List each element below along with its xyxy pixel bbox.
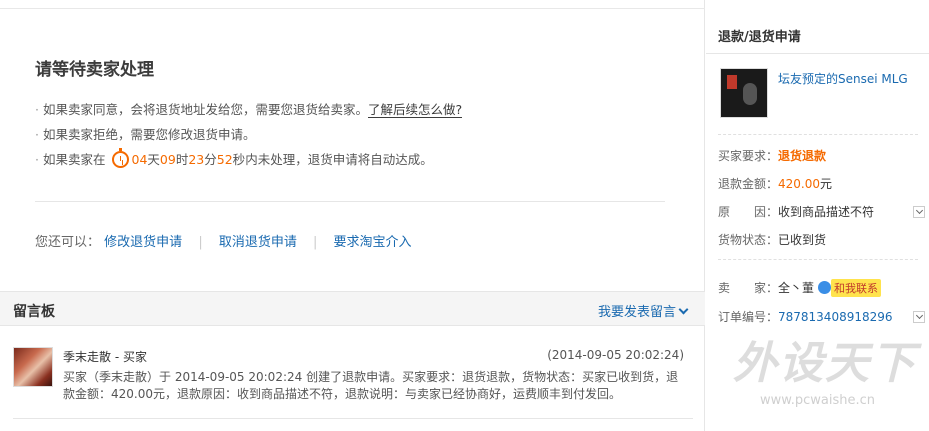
seller-label: 卖 家： bbox=[718, 281, 779, 295]
cancel-return-button[interactable]: 取消退货申请 bbox=[219, 235, 297, 250]
bullet-dot: · bbox=[35, 152, 39, 167]
status-value: 已收到货 bbox=[778, 233, 827, 247]
chevron-down-icon bbox=[678, 304, 689, 315]
info-item-timeout: · 如果卖家在 04天09时23分52秒内未处理，退货申请将自动达成。 bbox=[35, 148, 462, 175]
main-panel: 请等待卖家处理 · 如果卖家同意，会将退货地址发给您，需要您退货给卖家。了解后续怎… bbox=[0, 0, 705, 431]
status-label: 货物状态： bbox=[718, 233, 779, 247]
seller-row: 卖 家：全丶董 和我联系 bbox=[718, 279, 882, 297]
bullet-dot: · bbox=[35, 127, 39, 142]
order-number-link[interactable]: 787813408918296 bbox=[778, 310, 893, 324]
divider bbox=[718, 134, 918, 135]
chat-icon bbox=[818, 281, 832, 294]
countdown-hours: 09 bbox=[159, 152, 176, 167]
status-row: 货物状态：已收到货 bbox=[718, 231, 826, 248]
unit-hour: 时 bbox=[175, 152, 189, 167]
reason-value: 收到商品描述不符 bbox=[778, 205, 875, 219]
bullet-dot: · bbox=[35, 102, 39, 117]
timer-icon bbox=[111, 148, 129, 168]
request-intervention-button[interactable]: 要求淘宝介入 bbox=[334, 235, 412, 250]
reason-expand-toggle[interactable] bbox=[913, 206, 925, 218]
page-title: 请等待卖家处理 bbox=[35, 60, 154, 80]
countdown-minutes: 23 bbox=[188, 152, 205, 167]
unit-sec: 秒 bbox=[232, 152, 246, 167]
message-board-title: 留言板 bbox=[13, 304, 55, 320]
message-body: 买家（季末走散）于 2014-09-05 20:02:24 创建了退款申请。买家… bbox=[63, 370, 679, 401]
divider bbox=[0, 8, 705, 9]
info-text: 内未处理，退货申请将自动达成。 bbox=[245, 152, 433, 167]
contact-seller-button[interactable]: 和我联系 bbox=[831, 279, 882, 297]
actions-label: 您还可以： bbox=[35, 235, 101, 250]
divider bbox=[35, 201, 665, 202]
amount-value: 420.00 bbox=[778, 177, 820, 191]
message-time: (2014-09-05 20:02:24) bbox=[547, 348, 684, 362]
order-expand-toggle[interactable] bbox=[913, 311, 925, 323]
product-thumbnail[interactable] bbox=[720, 68, 768, 118]
message-board-header: 留言板 我要发表留言 bbox=[0, 291, 705, 326]
reason-label: 原 因： bbox=[718, 205, 779, 219]
divider bbox=[718, 259, 918, 260]
info-text: 如果卖家拒绝，需要您修改退货申请。 bbox=[42, 127, 256, 142]
info-list: · 如果卖家同意，会将退货地址发给您，需要您退货给卖家。了解后续怎么做? · 如果卖… bbox=[35, 100, 463, 175]
info-text: 如果卖家在 bbox=[42, 152, 106, 167]
seller-name: 全丶董 bbox=[778, 281, 815, 295]
order-label: 订单编号： bbox=[718, 310, 779, 324]
action-bar: 您还可以： 修改退货申请 | 取消退货申请 | 要求淘宝介入 bbox=[35, 231, 412, 250]
message-author: 季末走散 - 买家 bbox=[63, 350, 147, 364]
unit-day: 天 bbox=[147, 152, 160, 167]
reason-row: 原 因：收到商品描述不符 bbox=[718, 203, 929, 220]
watermark-logo: 外设天下 bbox=[733, 338, 917, 389]
divider bbox=[706, 53, 929, 54]
modify-return-button[interactable]: 修改退货申请 bbox=[104, 235, 182, 250]
action-separator: | bbox=[313, 235, 318, 250]
countdown-days: 04 bbox=[131, 152, 148, 167]
side-title: 退款/退货申请 bbox=[718, 30, 801, 45]
info-item-agree: · 如果卖家同意，会将退货地址发给您，需要您退货给卖家。了解后续怎么做? bbox=[35, 100, 463, 125]
product-link[interactable]: 坛友预定的Sensei MLG bbox=[778, 70, 908, 87]
post-message-label: 我要发表留言 bbox=[597, 305, 676, 320]
amount-unit: 元 bbox=[820, 177, 833, 191]
request-value: 退货退款 bbox=[778, 149, 827, 163]
info-text: 如果卖家同意，会将退货地址发给您，需要您退货给卖家。 bbox=[42, 102, 368, 117]
learn-next-steps-link[interactable]: 了解后续怎么做? bbox=[368, 102, 463, 118]
request-row: 买家要求：退货退款 bbox=[718, 147, 826, 164]
info-item-reject: · 如果卖家拒绝，需要您修改退货申请。 bbox=[35, 125, 462, 150]
avatar bbox=[13, 347, 53, 387]
unit-min: 分 bbox=[204, 152, 217, 167]
amount-row: 退款金额：420.00元 bbox=[718, 175, 832, 192]
amount-label: 退款金额： bbox=[718, 177, 779, 191]
order-row: 订单编号：787813408918296 bbox=[718, 308, 893, 325]
post-message-button[interactable]: 我要发表留言 bbox=[597, 301, 689, 320]
watermark-url: www.pcwaishe.cn bbox=[760, 393, 875, 408]
request-label: 买家要求： bbox=[718, 149, 779, 163]
countdown-seconds: 52 bbox=[216, 152, 233, 167]
divider bbox=[13, 418, 693, 419]
action-separator: | bbox=[198, 235, 203, 250]
